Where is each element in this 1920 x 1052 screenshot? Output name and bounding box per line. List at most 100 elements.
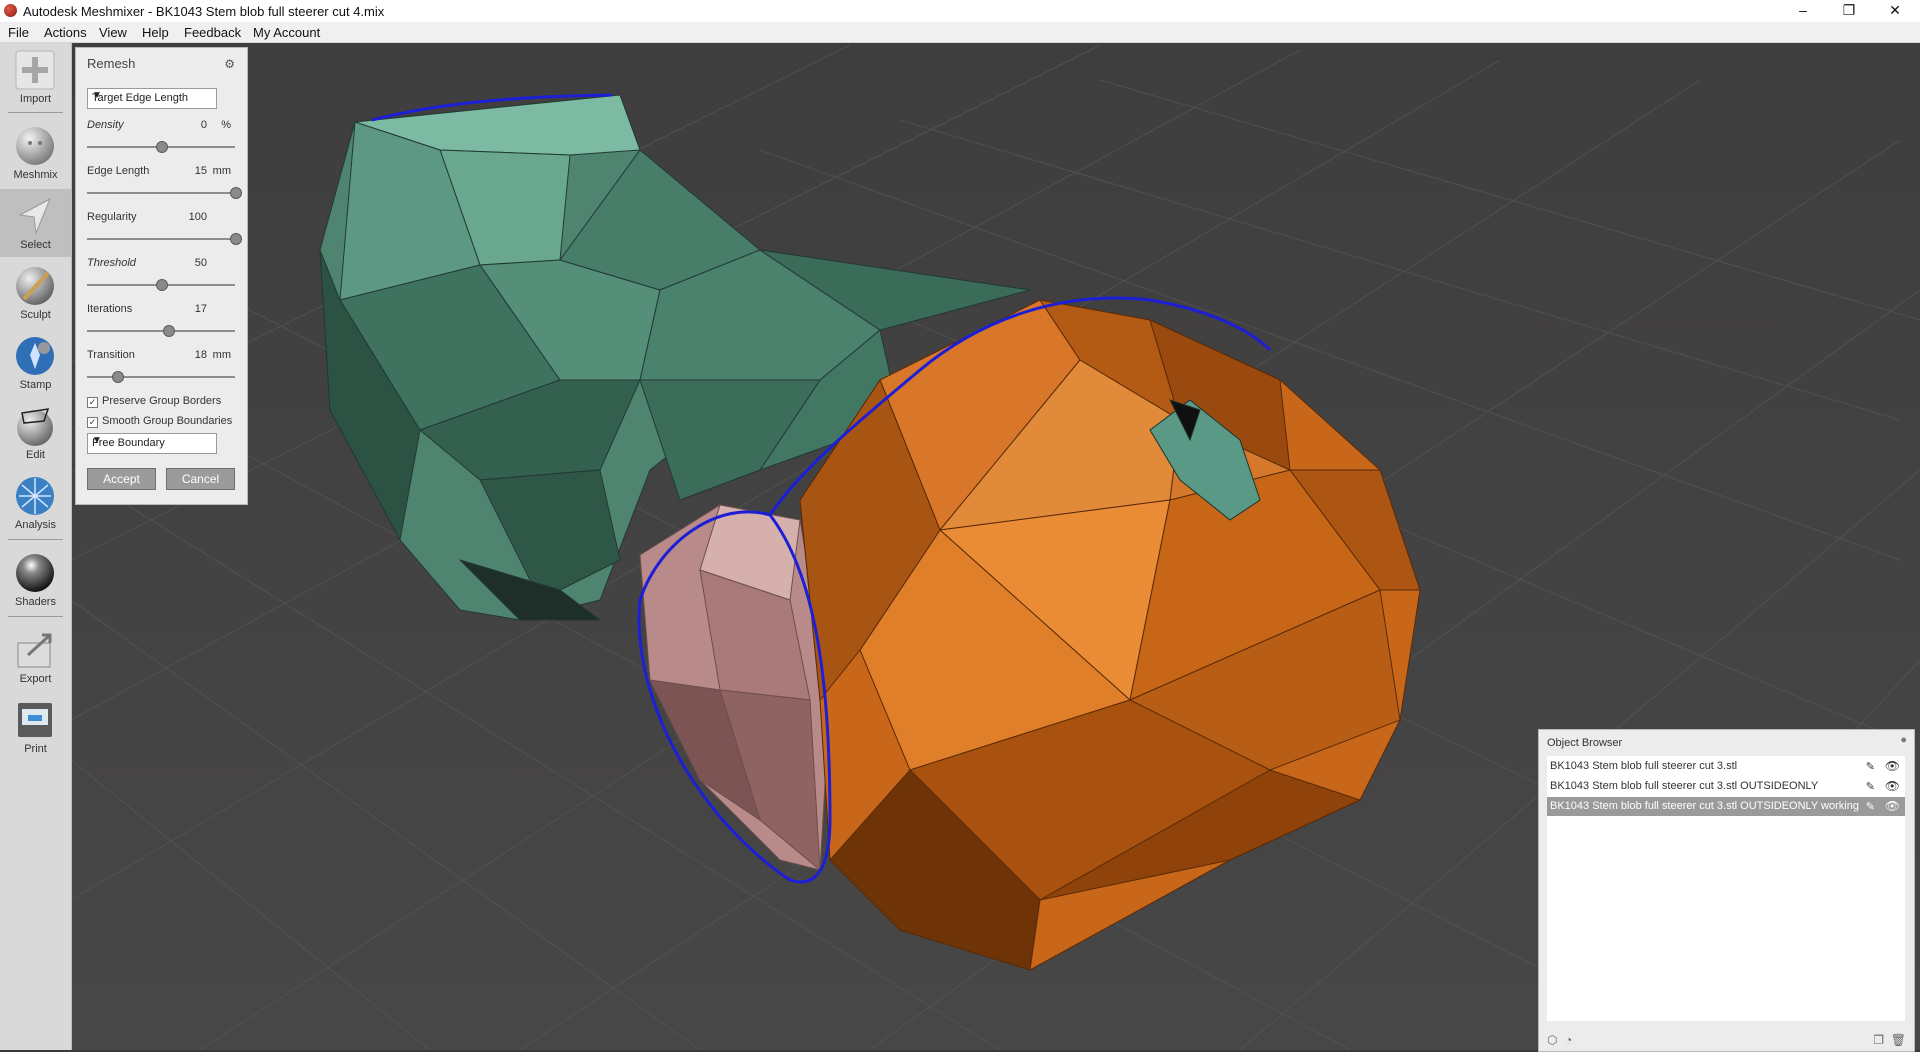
meshmix-tool[interactable]: Meshmix <box>0 119 71 187</box>
menu-help[interactable]: Help <box>142 25 169 40</box>
edit-tool[interactable]: Edit <box>0 399 71 467</box>
shaders-label: Shaders <box>15 596 56 608</box>
select-label: Select <box>20 239 51 251</box>
checkbox-label: Preserve Group Borders <box>102 395 222 407</box>
close-icon[interactable]: ● <box>1900 734 1907 746</box>
param-value[interactable]: 100 <box>189 211 207 223</box>
toolbar-divider <box>8 112 63 113</box>
check-icon[interactable]: ✓ <box>87 417 98 428</box>
edit-object-icon[interactable]: ✎ <box>1866 760 1875 773</box>
select-arrow-icon <box>18 197 51 235</box>
slider-thumb[interactable] <box>230 233 242 245</box>
param-value[interactable]: 50 <box>195 257 207 269</box>
duplicate-icon[interactable]: ❐ <box>1873 1033 1884 1047</box>
print-icon <box>18 703 52 737</box>
minimize-button[interactable]: – <box>1780 0 1826 22</box>
edit-icon <box>17 408 53 446</box>
edit-object-icon[interactable]: ✎ <box>1866 800 1875 813</box>
chevron-down-icon: ▼ <box>92 90 102 101</box>
threshold-slider[interactable] <box>87 279 235 291</box>
menu-view[interactable]: View <box>99 25 127 40</box>
meshmix-sphere-icon <box>16 127 54 165</box>
remesh-panel: Remesh ⚙ Target Edge Length ▼ Density 0 … <box>75 47 248 505</box>
param-unit: mm <box>212 165 231 177</box>
slider-thumb[interactable] <box>111 371 124 383</box>
param-name: Iterations <box>87 303 133 315</box>
tool-sidebar: Import Meshmix Select Sculpt Stamp Edit <box>0 43 72 1050</box>
param-value[interactable]: 0 <box>201 119 207 131</box>
object-browser-panel: Object Browser ● BK1043 Stem blob full s… <box>1538 729 1915 1052</box>
list-item[interactable]: BK1043 Stem blob full steerer cut 3.stl … <box>1547 777 1905 796</box>
analysis-icon <box>16 477 54 515</box>
toolbar-divider <box>8 539 63 540</box>
list-item-selected[interactable]: BK1043 Stem blob full steerer cut 3.stl … <box>1547 797 1905 816</box>
analysis-tool[interactable]: Analysis <box>0 469 71 537</box>
cancel-button[interactable]: Cancel <box>166 468 235 490</box>
menu-my-account[interactable]: My Account <box>253 25 320 40</box>
close-window-button[interactable]: ✕ <box>1872 0 1918 22</box>
param-value[interactable]: 18 <box>195 349 207 361</box>
object-name: BK1043 Stem blob full steerer cut 3.stl … <box>1550 780 1819 792</box>
check-icon[interactable]: ✓ <box>87 397 98 408</box>
panel-title: Object Browser <box>1547 737 1623 749</box>
eye-icon[interactable]: 👁 <box>1885 759 1900 773</box>
stamp-label: Stamp <box>19 379 52 391</box>
shaders-sphere-icon <box>16 554 54 592</box>
menu-actions[interactable]: Actions <box>44 25 87 40</box>
smooth-group-boundaries-checkbox[interactable]: ✓ Smooth Group Boundaries <box>87 415 232 428</box>
object-name: BK1043 Stem blob full steerer cut 3.stl … <box>1550 800 1859 812</box>
edit-object-icon[interactable]: ✎ <box>1866 780 1875 793</box>
checkbox-label: Smooth Group Boundaries <box>102 415 233 427</box>
slider-thumb[interactable] <box>230 187 242 199</box>
regularity-slider[interactable] <box>87 233 242 245</box>
param-unit: mm <box>212 349 231 361</box>
shaders-tool[interactable]: Shaders <box>0 546 71 614</box>
trash-icon[interactable]: 🗑 <box>1891 1033 1906 1047</box>
param-value[interactable]: 15 <box>195 165 207 177</box>
cube-icon[interactable]: ⬡ <box>1547 1033 1557 1047</box>
export-icon <box>17 633 52 668</box>
transition-slider[interactable] <box>87 371 235 383</box>
panel-title: Remesh <box>87 56 136 71</box>
param-name: Threshold <box>87 257 136 269</box>
import-tool[interactable]: Import <box>0 43 71 111</box>
param-name: Regularity <box>87 211 137 223</box>
slider-thumb[interactable] <box>163 325 176 337</box>
boundary-mode-dropdown[interactable]: Free Boundary ▼ <box>87 433 217 454</box>
stamp-tool[interactable]: Stamp <box>0 329 71 397</box>
slider-thumb[interactable] <box>156 279 168 291</box>
iterations-slider[interactable] <box>87 325 235 337</box>
param-unit: % <box>221 119 231 131</box>
analysis-label: Analysis <box>15 519 56 531</box>
plus-icon <box>15 50 55 90</box>
remesh-mode-dropdown[interactable]: Target Edge Length ▼ <box>87 88 217 109</box>
param-value[interactable]: 17 <box>195 303 207 315</box>
print-tool[interactable]: Print <box>0 693 71 761</box>
eye-icon[interactable]: 👁 <box>1885 779 1900 793</box>
restore-button[interactable]: ❐ <box>1826 0 1872 22</box>
stamp-icon <box>16 337 54 375</box>
export-label: Export <box>19 673 52 685</box>
edge-length-slider[interactable] <box>87 187 242 199</box>
title-bar: Autodesk Meshmixer - BK1043 Stem blob fu… <box>0 0 1920 22</box>
param-name: Transition <box>87 349 135 361</box>
eye-icon[interactable]: 👁 <box>1885 799 1900 813</box>
accept-button[interactable]: Accept <box>87 468 156 490</box>
sculpt-label: Sculpt <box>20 309 51 321</box>
density-slider[interactable] <box>87 141 235 153</box>
gear-icon[interactable]: ⚙ <box>224 57 235 71</box>
list-item[interactable]: BK1043 Stem blob full steerer cut 3.stl … <box>1547 757 1905 776</box>
edit-label: Edit <box>26 449 45 461</box>
object-list: BK1043 Stem blob full steerer cut 3.stl … <box>1547 756 1905 1021</box>
object-name: BK1043 Stem blob full steerer cut 3.stl <box>1550 760 1738 772</box>
preserve-group-borders-checkbox[interactable]: ✓ Preserve Group Borders <box>87 395 221 408</box>
export-tool[interactable]: Export <box>0 623 71 691</box>
clock-icon[interactable]: ◔ <box>1565 1033 1572 1047</box>
sculpt-tool[interactable]: Sculpt <box>0 259 71 327</box>
meshmix-label: Meshmix <box>13 169 58 181</box>
param-name: Density <box>87 119 124 131</box>
menu-file[interactable]: File <box>8 25 29 40</box>
slider-thumb[interactable] <box>156 141 168 153</box>
menu-feedback[interactable]: Feedback <box>184 25 241 40</box>
select-tool[interactable]: Select <box>0 189 71 257</box>
